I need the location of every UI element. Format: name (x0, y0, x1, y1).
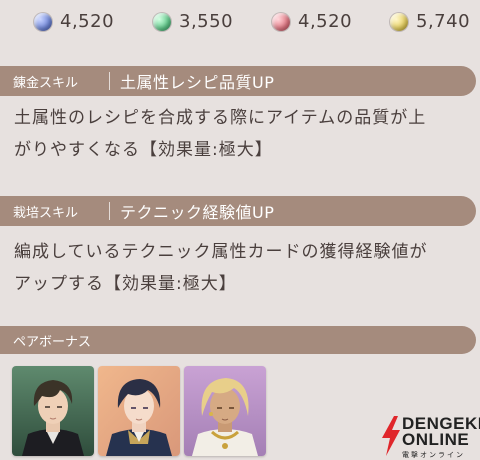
stat-blue: 4,520 (34, 11, 114, 32)
blue-gem-icon (34, 12, 52, 31)
description-line: 編成しているテクニック属性カードの獲得経験値が (14, 242, 428, 262)
resource-stats-bar: 4,520 3,550 4,520 5,740 (0, 0, 480, 44)
stat-red: 4,520 (272, 11, 352, 32)
cultivation-skill-header: 栽培スキル テクニック経験値UP (0, 196, 476, 226)
pair-bonus-title: ペアボーナス (13, 334, 92, 350)
stat-value-red: 4,520 (298, 11, 353, 32)
logo-line-2: ONLINE (402, 430, 470, 449)
stat-green: 3,550 (153, 11, 233, 32)
lightning-bolt-icon (382, 416, 400, 456)
navy-haired-character-portrait[interactable] (98, 366, 180, 456)
dark-haired-character-portrait[interactable] (12, 366, 94, 456)
pair-bonus-header: ペアボーナス (0, 326, 476, 354)
dengeki-online-logo: DENGEKI ONLINE 電撃オンライン (380, 414, 480, 460)
description-line: 土属性のレシピを合成する際にアイテムの品質が上 (14, 108, 427, 128)
yellow-gem-icon (390, 12, 408, 31)
description-line: がりやすくなる【効果量:極大】 (14, 140, 273, 160)
stat-value-blue: 4,520 (60, 11, 115, 32)
divider (109, 202, 110, 220)
red-gem-icon (272, 12, 290, 31)
divider (109, 72, 110, 90)
logo-line-3: 電撃オンライン (402, 451, 465, 459)
stat-value-green: 3,550 (179, 11, 234, 32)
skill-name: テクニック経験値UP (120, 203, 275, 222)
skill-type-label: 栽培スキル (13, 205, 79, 221)
skill-type-label: 錬金スキル (13, 75, 79, 91)
stat-yellow: 5,740 (390, 11, 470, 32)
alchemy-skill-description: 土属性のレシピを合成する際にアイテムの品質が上 がりやすくなる【効果量:極大】 (14, 102, 474, 166)
stat-value-yellow: 5,740 (416, 11, 471, 32)
description-line: アップする【効果量:極大】 (14, 274, 237, 294)
cultivation-skill-description: 編成しているテクニック属性カードの獲得経験値が アップする【効果量:極大】 (14, 236, 474, 300)
green-gem-icon (153, 12, 171, 31)
skill-name: 土属性レシピ品質UP (120, 73, 275, 92)
blonde-character-portrait[interactable] (184, 366, 266, 456)
alchemy-skill-header: 錬金スキル 土属性レシピ品質UP (0, 66, 476, 96)
